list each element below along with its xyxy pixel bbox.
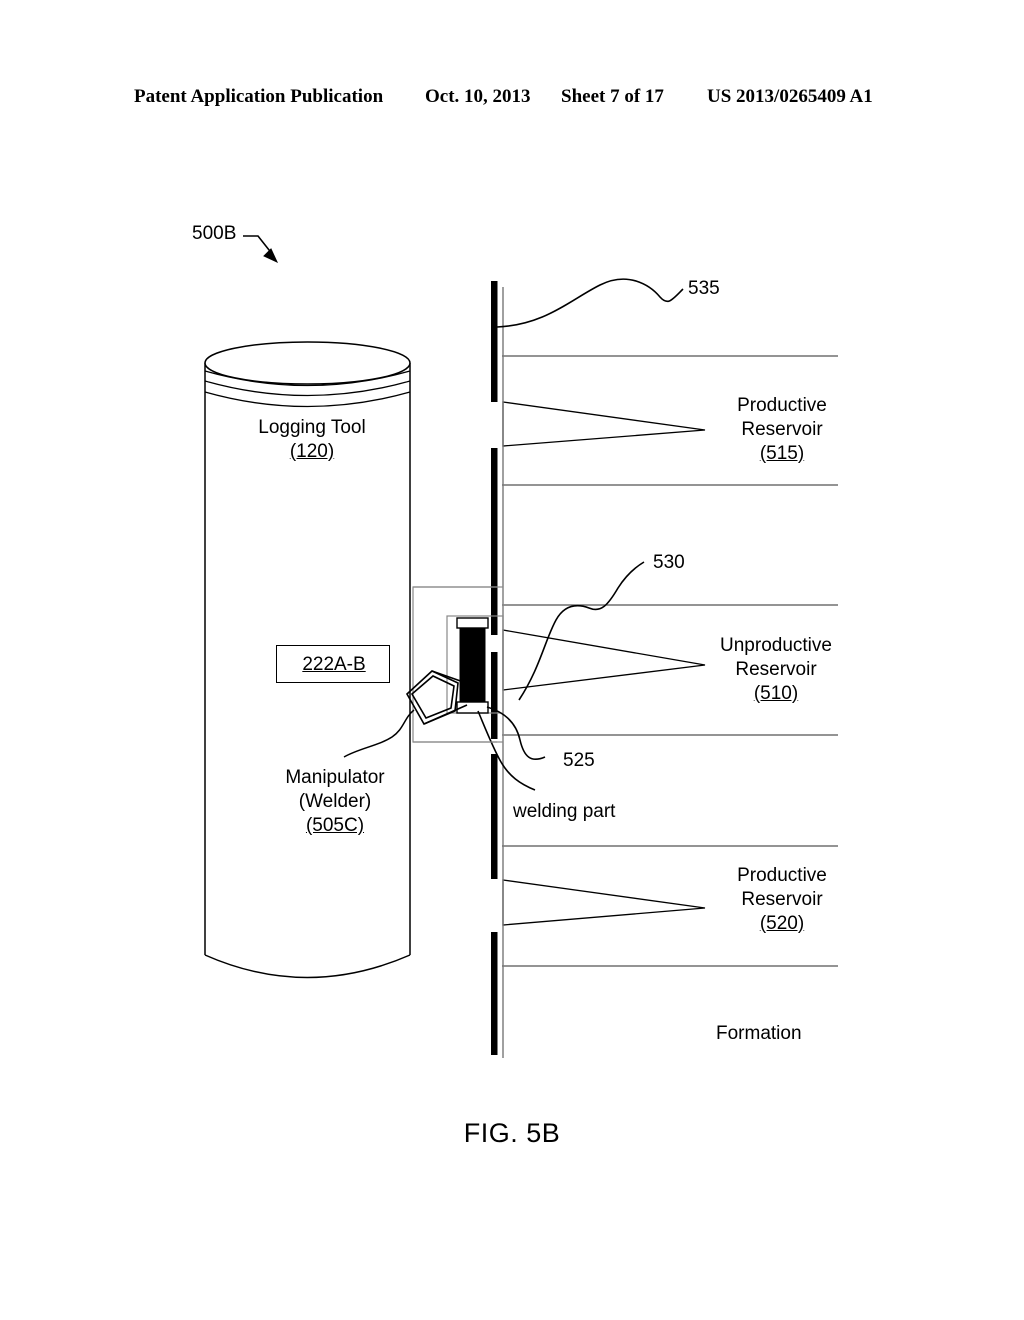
res-520-ref: (520) bbox=[759, 913, 805, 934]
res-510-line2: Reservoir bbox=[735, 659, 817, 680]
productive-reservoir-520-label: Productive Reservoir (520) bbox=[726, 864, 838, 936]
ref-525-label: 525 bbox=[563, 750, 595, 771]
ref-530-label: 530 bbox=[653, 552, 685, 573]
res-515-line1: Productive bbox=[737, 395, 827, 416]
res-510-line1: Unproductive bbox=[720, 635, 832, 656]
leader-530 bbox=[518, 561, 645, 701]
manipulator-name: Manipulator bbox=[285, 767, 385, 788]
diagram-id-label: 500B bbox=[192, 223, 237, 244]
welding-element bbox=[456, 617, 489, 714]
diagram-id-leader bbox=[243, 235, 279, 264]
module-222ab-box: 222A-B bbox=[276, 645, 390, 683]
productive-reservoir-515-label: Productive Reservoir (515) bbox=[726, 394, 838, 466]
logging-tool-name: Logging Tool bbox=[258, 417, 366, 438]
res-515-ref: (515) bbox=[759, 443, 805, 464]
logging-tool-ref: (120) bbox=[289, 441, 335, 462]
unproductive-reservoir-510-label: Unproductive Reservoir (510) bbox=[713, 634, 839, 706]
res-515-line2: Reservoir bbox=[741, 419, 823, 440]
res-510-ref: (510) bbox=[753, 683, 799, 704]
logging-tool-label: Logging Tool (120) bbox=[248, 416, 376, 464]
res-520-line1: Productive bbox=[737, 865, 827, 886]
module-222ab-label: 222A-B bbox=[302, 654, 366, 675]
leader-535 bbox=[496, 278, 684, 328]
res-520-line2: Reservoir bbox=[741, 889, 823, 910]
leader-welding-part bbox=[477, 710, 536, 791]
welding-assembly-frame bbox=[412, 586, 504, 743]
ref-535-label: 535 bbox=[688, 278, 720, 299]
welding-part-label: welding part bbox=[513, 801, 616, 822]
manipulator-label: Manipulator (Welder) (505C) bbox=[255, 766, 415, 838]
manipulator-ref: (505C) bbox=[305, 815, 365, 836]
manipulator-sub: (Welder) bbox=[298, 791, 372, 812]
wellbore-casing bbox=[491, 281, 504, 1058]
leader-manipulator bbox=[343, 709, 415, 758]
formation-label: Formation bbox=[716, 1023, 802, 1044]
figure-caption: FIG. 5B bbox=[463, 1118, 561, 1148]
